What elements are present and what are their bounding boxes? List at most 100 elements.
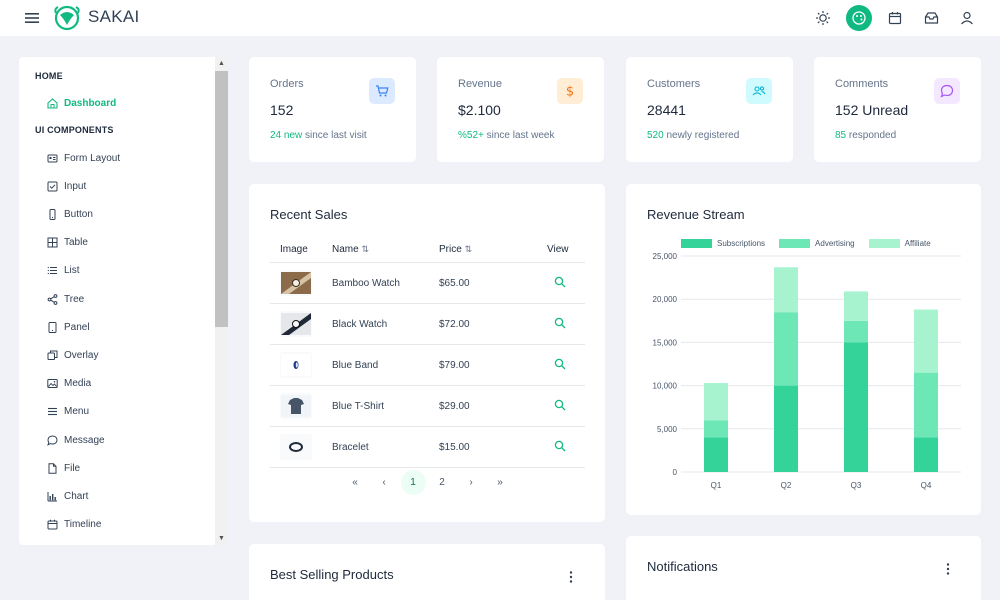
mobile-icon xyxy=(47,208,58,220)
scroll-up-icon[interactable]: ▲ xyxy=(218,60,225,67)
table-row: Blue Band $79.00 xyxy=(270,345,585,386)
sidebar-item-label: File xyxy=(64,462,81,474)
best-selling-card: Best Selling Products xyxy=(249,544,605,600)
view-button[interactable] xyxy=(554,317,568,331)
menu-toggle-button[interactable] xyxy=(22,8,42,28)
sidebar-item-label: Tree xyxy=(64,293,85,305)
sort-icon: ⇅ xyxy=(464,244,473,254)
bar-advertising-q4[interactable] xyxy=(914,372,938,438)
calendar-icon xyxy=(888,12,902,25)
stat-value: 152 Unread xyxy=(835,102,909,118)
more-vertical-icon xyxy=(946,563,950,575)
x-tick-label: Q3 xyxy=(851,481,862,490)
best-selling-menu-button[interactable] xyxy=(563,569,579,585)
first-page-button[interactable]: « xyxy=(343,470,368,495)
stat-title: Comments xyxy=(835,78,889,90)
product-image xyxy=(280,352,312,378)
sidebar-item-message[interactable]: Message xyxy=(47,430,105,450)
y-tick-label: 0 xyxy=(673,468,678,477)
bar-affiliate-q1[interactable] xyxy=(704,383,728,421)
sidebar-item-media[interactable]: Media xyxy=(47,374,91,394)
sidebar-item-label: Panel xyxy=(64,321,90,333)
product-name: Bracelet xyxy=(332,442,369,453)
bar-advertising-q1[interactable] xyxy=(704,420,728,438)
sidebar-item-panel[interactable]: Panel xyxy=(47,317,90,337)
section-label-ui-components: UI COMPONENTS xyxy=(35,125,114,135)
inbox-button[interactable] xyxy=(918,5,944,31)
sidebar-item-table[interactable]: Table xyxy=(47,233,88,253)
recent-sales-table: Image Name ⇅ Price ⇅ View Bamboo Watch $6… xyxy=(270,236,585,468)
stat-highlight: 24 new xyxy=(270,130,303,141)
view-button[interactable] xyxy=(554,358,568,372)
last-page-button[interactable]: » xyxy=(488,470,513,495)
page-1-button[interactable]: 1 xyxy=(400,469,426,495)
bar-subscriptions-q3[interactable] xyxy=(844,342,868,472)
profile-button[interactable] xyxy=(954,5,980,31)
sidebar-item-input[interactable]: Input xyxy=(47,176,86,196)
sidebar-item-form-layout[interactable]: Form Layout xyxy=(47,148,120,168)
bar-affiliate-q3[interactable] xyxy=(844,291,868,321)
sidebar-item-label: Chart xyxy=(64,490,89,502)
sidebar-item-label: Dashboard xyxy=(64,97,117,109)
notifications-menu-button[interactable] xyxy=(940,561,956,577)
page-2-button[interactable]: 2 xyxy=(430,470,455,495)
sidebar-item-label: Button xyxy=(64,208,93,220)
chart-bar-icon xyxy=(47,491,58,502)
product-name: Black Watch xyxy=(332,319,388,330)
inbox-icon xyxy=(924,12,938,24)
x-tick-label: Q4 xyxy=(921,481,932,490)
stat-card-orders: Orders 152 24 new since last visit xyxy=(249,57,416,162)
product-price: $15.00 xyxy=(439,442,470,453)
bar-subscriptions-q2[interactable] xyxy=(774,385,798,472)
prev-page-button[interactable]: ‹ xyxy=(372,470,397,495)
bar-affiliate-q2[interactable] xyxy=(774,267,798,313)
sidebar-item-menu[interactable]: Menu xyxy=(47,402,89,422)
stat-title: Customers xyxy=(647,78,701,90)
y-tick-label: 15,000 xyxy=(653,338,678,347)
product-image xyxy=(280,270,312,296)
sidebar-item-timeline[interactable]: Timeline xyxy=(47,515,101,535)
stat-card-revenue: Revenue $2.100 %52+ since last week $ xyxy=(437,57,604,162)
y-tick-label: 25,000 xyxy=(653,252,678,261)
sidebar-item-button[interactable]: Button xyxy=(47,204,93,224)
sidebar-item-label: Timeline xyxy=(64,519,102,531)
sidebar-item-tree[interactable]: Tree xyxy=(47,289,84,309)
product-price: $29.00 xyxy=(439,401,470,412)
share-icon xyxy=(47,293,58,305)
table-header: Image Name ⇅ Price ⇅ View xyxy=(270,236,585,263)
sidebar-item-list[interactable]: List xyxy=(47,261,80,281)
svg-text:$: $ xyxy=(566,85,574,99)
bar-affiliate-q4[interactable] xyxy=(914,309,938,373)
theme-toggle-button[interactable] xyxy=(810,5,836,31)
column-header-price[interactable]: Price ⇅ xyxy=(439,244,472,255)
sidebar-scrollbar[interactable]: ▲ ▼ xyxy=(215,57,228,545)
sakai-logo[interactable] xyxy=(52,3,82,33)
sidebar-item-file[interactable]: File xyxy=(47,458,80,478)
scroll-down-icon[interactable]: ▼ xyxy=(218,535,225,542)
calendar-button[interactable] xyxy=(882,5,908,31)
sidebar-item-chart[interactable]: Chart xyxy=(47,486,88,506)
sidebar-item-label: Table xyxy=(64,237,88,249)
notifications-title: Notifications xyxy=(647,559,718,574)
user-icon xyxy=(961,11,973,25)
id-card-icon xyxy=(47,153,58,164)
palette-button[interactable] xyxy=(846,5,872,31)
bar-subscriptions-q4[interactable] xyxy=(914,437,938,472)
scrollbar-thumb[interactable] xyxy=(215,71,228,327)
file-icon xyxy=(47,462,58,474)
check-square-icon xyxy=(47,181,58,192)
column-header-name[interactable]: Name ⇅ xyxy=(332,244,369,255)
sidebar-item-overlay[interactable]: Overlay xyxy=(47,345,98,365)
bar-subscriptions-q1[interactable] xyxy=(704,437,728,472)
palette-icon xyxy=(852,11,866,25)
view-button[interactable] xyxy=(554,276,568,290)
sidebar-item-dashboard[interactable]: Dashboard xyxy=(47,93,116,113)
next-page-button[interactable]: › xyxy=(459,470,484,495)
view-button[interactable] xyxy=(554,399,568,413)
sidebar-item-label: Menu xyxy=(64,406,90,418)
topbar: SAKAI xyxy=(0,0,1000,36)
view-button[interactable] xyxy=(554,440,568,454)
bar-advertising-q2[interactable] xyxy=(774,312,798,386)
bar-advertising-q3[interactable] xyxy=(844,320,868,343)
search-icon xyxy=(554,399,566,411)
